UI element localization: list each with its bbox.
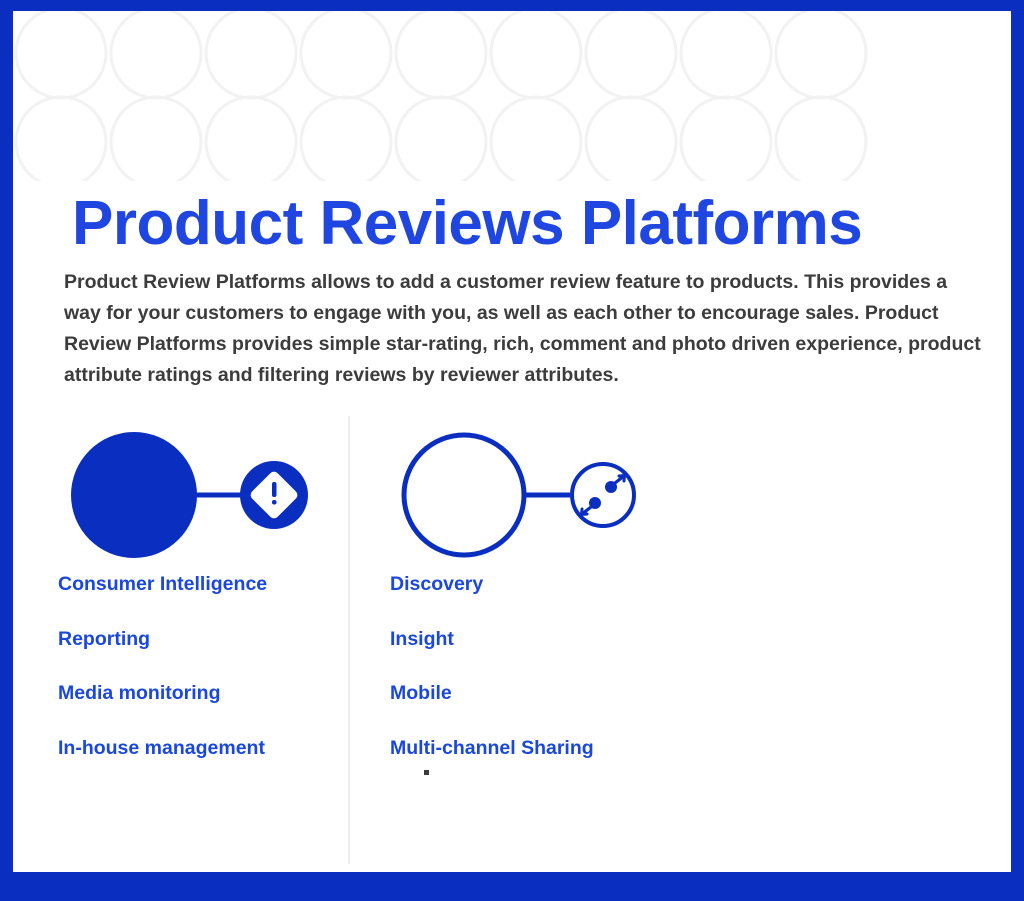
slide-frame: Product Reviews Platforms Product Review…	[0, 0, 1024, 901]
page-description: Product Review Platforms allows to add a…	[64, 271, 981, 386]
feature-item-mobile[interactable]: Mobile	[390, 680, 690, 735]
outline-circle-icon	[401, 432, 527, 558]
right-feature-list: Discovery Insight Mobile Multi-channel S…	[390, 571, 690, 789]
alert-diamond-icon	[240, 461, 308, 529]
expand-arrows-icon	[570, 462, 636, 528]
feature-item-consumer-intelligence[interactable]: Consumer Intelligence	[58, 571, 358, 626]
right-icon-group	[388, 431, 668, 559]
feature-item-insight[interactable]: Insight	[390, 626, 690, 681]
decorative-circle-pattern	[13, 11, 1011, 181]
feature-item-discovery[interactable]: Discovery	[390, 571, 690, 626]
filled-circle-icon	[71, 432, 197, 558]
stray-bullet-dot	[424, 770, 429, 775]
feature-item-reporting[interactable]: Reporting	[58, 626, 358, 681]
slide-canvas: Product Reviews Platforms Product Review…	[13, 11, 1011, 872]
feature-item-in-house-management[interactable]: In-house management	[58, 735, 358, 790]
feature-item-media-monitoring[interactable]: Media monitoring	[58, 680, 358, 735]
page-title: Product Reviews Platforms	[72, 189, 863, 258]
feature-item-multi-channel-sharing[interactable]: Multi-channel Sharing	[390, 735, 690, 790]
left-feature-list: Consumer Intelligence Reporting Media mo…	[58, 571, 358, 789]
left-icon-group	[58, 431, 338, 559]
